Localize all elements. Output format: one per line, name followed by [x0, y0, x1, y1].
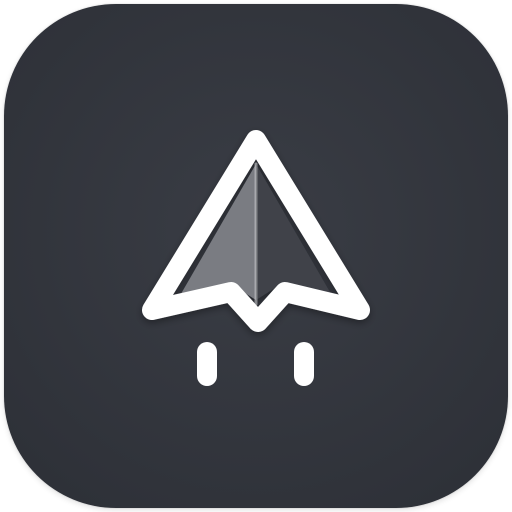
paper-plane-launch-icon: [4, 4, 508, 508]
icon-canvas: [0, 0, 512, 512]
app-icon-tile[interactable]: [4, 4, 508, 508]
